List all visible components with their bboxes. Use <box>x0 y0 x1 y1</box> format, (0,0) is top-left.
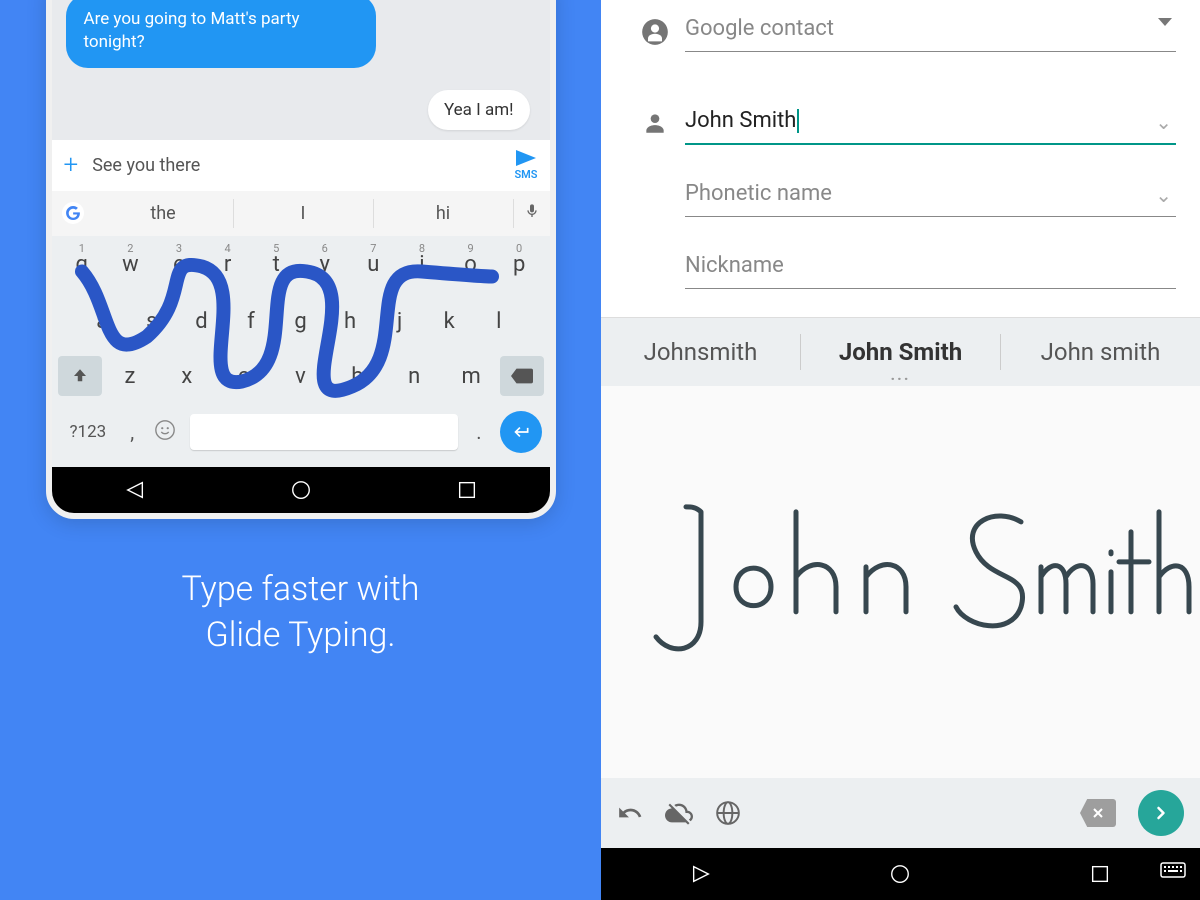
spacebar-key[interactable] <box>190 414 458 450</box>
contact-editor-panel: Google contact John Smith ⌄ Phonetic nam… <box>601 0 1200 900</box>
expand-chevron-icon[interactable]: ⌄ <box>1155 183 1172 207</box>
hw-suggestion-2[interactable]: John Smith <box>801 334 1001 370</box>
key-row-3: z x c v b n m <box>52 350 550 403</box>
key-a[interactable]: a <box>78 299 128 344</box>
handwriting-input-area[interactable] <box>601 386 1200 778</box>
key-u[interactable]: 7u <box>349 242 398 287</box>
key-w[interactable]: 2w <box>106 242 155 287</box>
key-e[interactable]: 3e <box>155 242 204 287</box>
key-s[interactable]: s <box>127 299 177 344</box>
key-i[interactable]: 8i <box>398 242 447 287</box>
dropdown-caret-icon <box>1158 18 1172 26</box>
backspace-key[interactable] <box>500 356 544 396</box>
suggestion-3[interactable]: hi <box>374 199 514 228</box>
hw-next-button[interactable] <box>1138 790 1184 836</box>
key-y[interactable]: 6y <box>300 242 349 287</box>
compose-input[interactable]: See you there <box>92 155 514 176</box>
phone-mockup: Are you going to Matt's party tonight? Y… <box>46 0 556 519</box>
undo-icon[interactable] <box>617 800 643 826</box>
send-icon <box>516 150 536 166</box>
key-n[interactable]: n <box>386 356 443 397</box>
keyboard-toggle-icon[interactable] <box>1160 862 1186 886</box>
key-m[interactable]: m <box>443 356 500 397</box>
enter-key[interactable] <box>500 411 542 453</box>
hw-suggestion-1[interactable]: Johnsmith <box>601 334 801 370</box>
nav-back-icon[interactable] <box>690 863 712 885</box>
comma-key[interactable]: , <box>124 412 140 452</box>
name-field[interactable]: John Smith ⌄ <box>685 100 1176 145</box>
qwerty-keyboard: 1q 2w 3e 4r 5t 6y 7u 8i 9o 0p a s d f g … <box>52 236 550 467</box>
add-attachment-icon[interactable]: + <box>64 150 79 180</box>
key-row-4: ?123 , . <box>52 403 550 467</box>
handwriting-suggestion-row: Johnsmith John Smith John smith <box>601 317 1200 386</box>
shift-key[interactable] <box>58 356 102 396</box>
key-b[interactable]: b <box>329 356 386 397</box>
key-row-2: a s d f g h j k l <box>52 293 550 350</box>
android-navbar <box>601 848 1200 900</box>
key-c[interactable]: c <box>215 356 272 397</box>
handwritten-strokes <box>601 386 1200 778</box>
key-t[interactable]: 5t <box>252 242 301 287</box>
send-label: SMS <box>514 168 537 181</box>
outgoing-message-bubble: Are you going to Matt's party tonight? <box>66 0 376 68</box>
key-d[interactable]: d <box>177 299 227 344</box>
symbols-key[interactable]: ?123 <box>60 414 117 450</box>
contact-type-field[interactable]: Google contact <box>685 8 1176 52</box>
key-x[interactable]: x <box>158 356 215 397</box>
nav-back-icon[interactable] <box>124 479 146 501</box>
key-f[interactable]: f <box>226 299 276 344</box>
cloud-off-icon[interactable] <box>665 799 693 827</box>
account-icon <box>625 8 685 46</box>
key-row-1: 1q 2w 3e 4r 5t 6y 7u 8i 9o 0p <box>52 236 550 293</box>
key-g[interactable]: g <box>276 299 326 344</box>
key-v[interactable]: v <box>272 356 329 397</box>
key-k[interactable]: k <box>424 299 474 344</box>
nav-home-icon[interactable] <box>290 479 312 501</box>
mic-icon[interactable] <box>524 203 540 223</box>
suggestion-2[interactable]: I <box>234 199 374 228</box>
name-value: John Smith <box>685 108 796 133</box>
nickname-field[interactable]: Nickname <box>685 245 1176 289</box>
phonetic-name-field[interactable]: Phonetic name ⌄ <box>685 173 1176 217</box>
phonetic-placeholder: Phonetic name <box>685 173 1176 217</box>
hw-suggestion-3[interactable]: John smith <box>1001 334 1200 370</box>
key-j[interactable]: j <box>375 299 425 344</box>
send-button[interactable]: SMS <box>514 150 537 181</box>
contact-type-value: Google contact <box>685 8 1176 52</box>
text-cursor <box>797 109 799 133</box>
contact-form: Google contact John Smith ⌄ Phonetic nam… <box>601 0 1200 317</box>
key-p[interactable]: 0p <box>495 242 544 287</box>
key-z[interactable]: z <box>102 356 159 397</box>
android-navbar <box>52 467 550 513</box>
key-l[interactable]: l <box>474 299 524 344</box>
glide-typing-promo-panel: Are you going to Matt's party tonight? Y… <box>0 0 601 900</box>
suggestion-1[interactable]: the <box>94 199 234 228</box>
hw-backspace-icon[interactable] <box>1080 799 1116 827</box>
handwriting-toolbar <box>601 778 1200 848</box>
promo-tagline: Type faster with Glide Typing. <box>182 567 420 659</box>
chat-area: Are you going to Matt's party tonight? Y… <box>52 0 550 140</box>
globe-icon[interactable] <box>715 800 741 826</box>
nav-recent-icon[interactable] <box>1089 863 1111 885</box>
expand-chevron-icon[interactable]: ⌄ <box>1155 110 1172 134</box>
nav-recent-icon[interactable] <box>456 479 478 501</box>
key-h[interactable]: h <box>325 299 375 344</box>
nav-home-icon[interactable] <box>889 863 911 885</box>
period-key[interactable]: . <box>466 412 491 452</box>
person-icon <box>625 100 685 136</box>
key-o[interactable]: 9o <box>446 242 495 287</box>
nickname-placeholder: Nickname <box>685 245 1176 289</box>
emoji-key[interactable] <box>148 411 182 453</box>
keyboard-suggestion-row: the I hi <box>52 191 550 236</box>
key-q[interactable]: 1q <box>58 242 107 287</box>
key-r[interactable]: 4r <box>203 242 252 287</box>
compose-row: + See you there SMS <box>52 140 550 191</box>
google-logo-icon[interactable] <box>62 202 84 224</box>
incoming-message-bubble: Yea I am! <box>428 90 530 130</box>
